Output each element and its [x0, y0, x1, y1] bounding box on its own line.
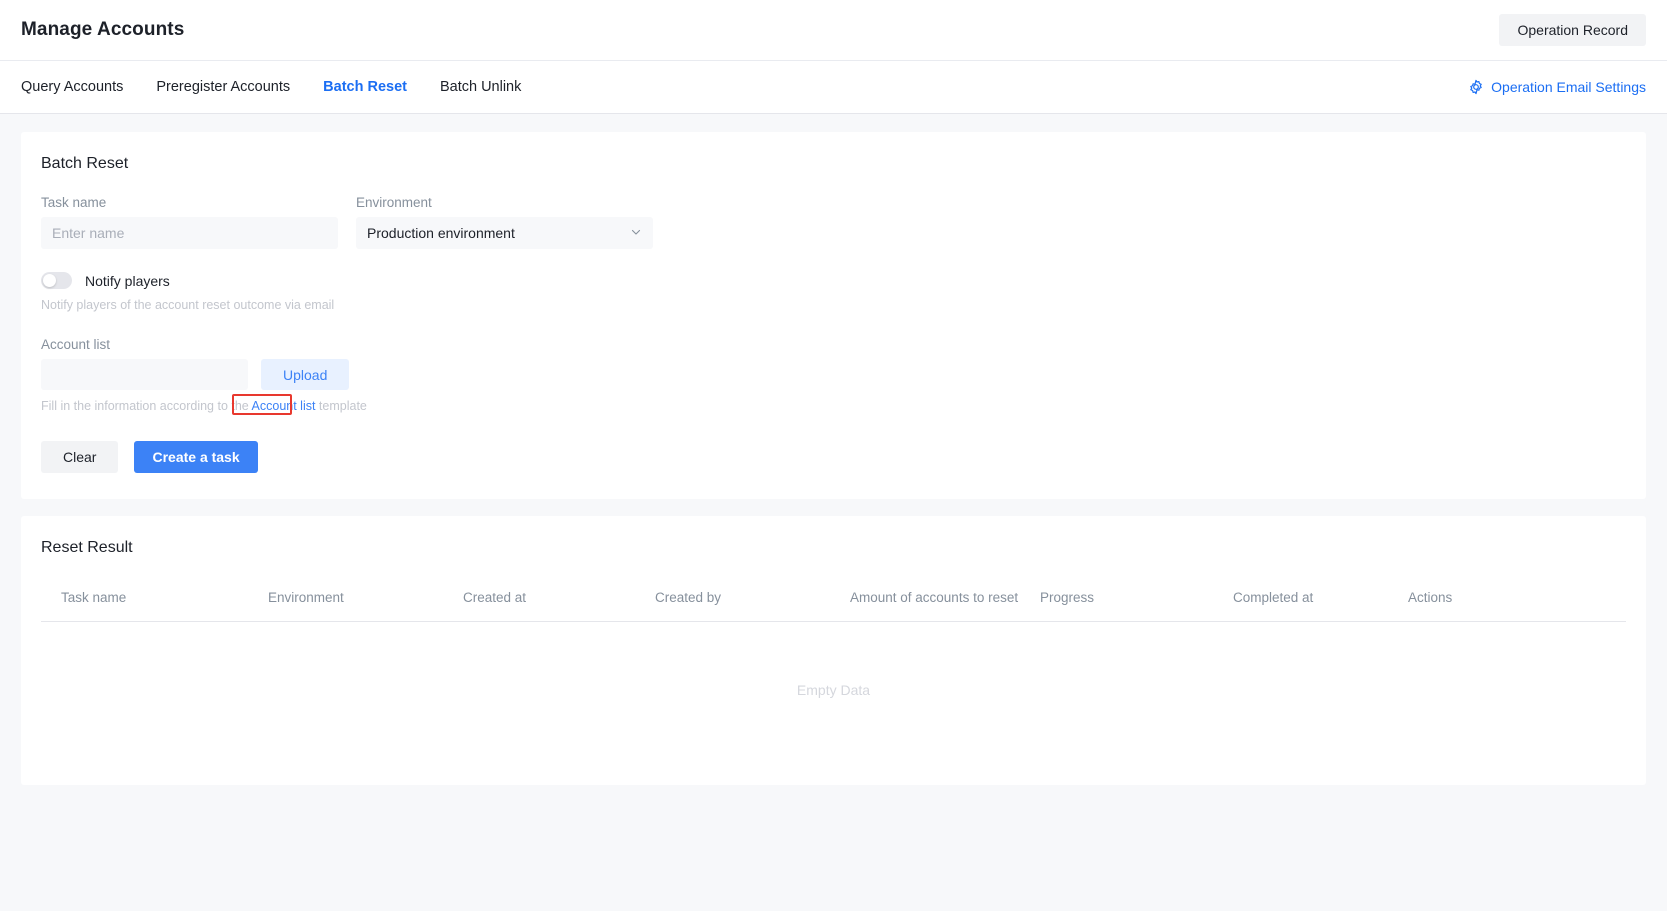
notify-players-help: Notify players of the account reset outc… [41, 298, 335, 312]
column-header-actions: Actions [1408, 590, 1453, 605]
task-name-input[interactable] [41, 217, 338, 249]
empty-data-text: Empty Data [796, 682, 871, 699]
account-list-label: Account list [41, 337, 111, 352]
operation-email-settings-label: Operation Email Settings [1491, 79, 1646, 95]
account-list-template-link[interactable]: Account list [252, 399, 316, 413]
reset-result-title: Reset Result [41, 539, 133, 556]
tab-batch-unlink[interactable]: Batch Unlink [440, 61, 521, 113]
chevron-down-icon [630, 225, 642, 241]
account-list-hint-suffix: template [315, 399, 367, 413]
tab-batch-reset[interactable]: Batch Reset [323, 61, 407, 113]
operation-record-button[interactable]: Operation Record [1499, 14, 1646, 46]
upload-button[interactable]: Upload [261, 359, 350, 390]
create-task-button[interactable]: Create a task [134, 441, 258, 473]
column-header-amount-of-accounts: Amount of accounts to reset [850, 590, 1019, 605]
app-header: Manage Accounts Operation Record [0, 0, 1667, 61]
column-header-progress: Progress [1040, 590, 1095, 605]
account-list-section: Account list Upload Fill in the informat… [41, 337, 1626, 415]
batch-reset-card: Batch Reset Task name Environment Produc… [21, 132, 1646, 499]
notify-players-row: Notify players [41, 272, 1626, 289]
notify-players-label: Notify players [85, 272, 170, 289]
column-header-created-at: Created at [463, 590, 527, 605]
column-header-completed-at: Completed at [1233, 590, 1314, 605]
main-content: Batch Reset Task name Environment Produc… [0, 114, 1667, 785]
form-row-top: Task name Environment Production environ… [41, 195, 1626, 249]
column-header-environment: Environment [268, 590, 344, 605]
tab-query-accounts[interactable]: Query Accounts [21, 61, 123, 113]
column-header-created-by: Created by [655, 590, 722, 605]
task-name-label: Task name [41, 195, 107, 210]
environment-label: Environment [356, 195, 432, 210]
column-header-task-name: Task name [61, 590, 127, 605]
tab-list: Query Accounts Preregister Accounts Batc… [21, 61, 521, 113]
upload-row: Upload [41, 359, 1626, 390]
environment-select[interactable]: Production environment [356, 217, 653, 249]
tab-preregister-accounts[interactable]: Preregister Accounts [156, 61, 290, 113]
reset-result-card: Reset Result Task name Environment Creat… [21, 516, 1646, 785]
table-empty-state: Empty Data [41, 622, 1626, 759]
clear-button[interactable]: Clear [41, 441, 119, 473]
task-name-field: Task name [41, 195, 338, 249]
account-list-file-input[interactable] [41, 359, 248, 390]
notify-players-toggle[interactable] [41, 272, 72, 289]
form-actions: Clear Create a task [41, 441, 1626, 473]
account-list-hint: Fill in the information according to the… [41, 399, 367, 413]
environment-selected-value: Production environment [367, 225, 515, 241]
table-header-row: Task name Environment Created at Created… [41, 589, 1626, 622]
toggle-knob [43, 274, 56, 287]
account-list-hint-prefix: Fill in the information according to the [41, 399, 252, 413]
environment-field: Environment Production environment [356, 195, 653, 249]
batch-reset-title: Batch Reset [41, 155, 129, 172]
page-title: Manage Accounts [21, 19, 185, 40]
reset-result-table: Task name Environment Created at Created… [41, 589, 1626, 759]
gear-icon [1468, 79, 1484, 95]
operation-email-settings-link[interactable]: Operation Email Settings [1468, 79, 1646, 95]
tab-bar: Query Accounts Preregister Accounts Batc… [0, 61, 1667, 114]
